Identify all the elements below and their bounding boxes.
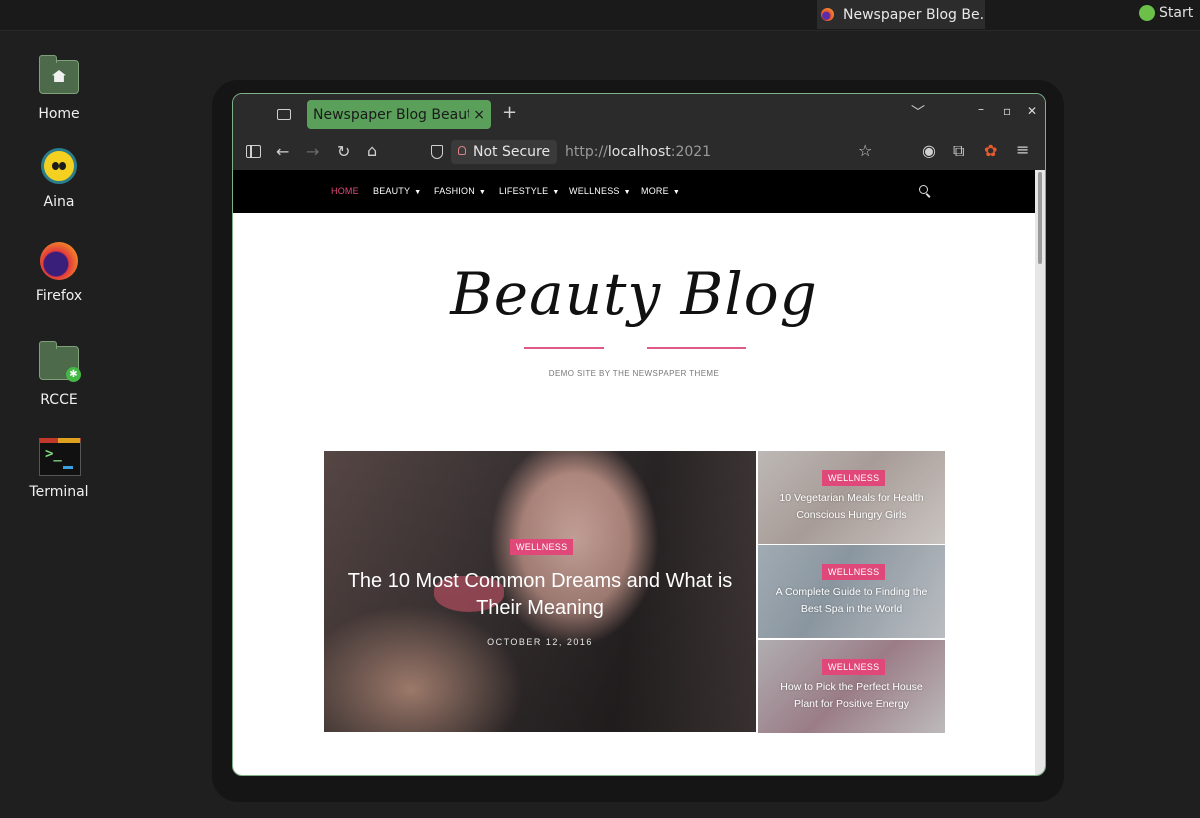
site-menu-label: MORE	[641, 186, 669, 196]
top-panel: Newspaper Blog Be... Start	[0, 0, 1200, 31]
url-host: localhost	[607, 144, 671, 160]
site-logo[interactable]: Beauty Blog	[233, 260, 1035, 328]
category-badge[interactable]: WELLNESS	[822, 470, 886, 486]
site-menu-home[interactable]: HOME	[331, 186, 359, 196]
featured-post-date: OCTOBER 12, 2016	[487, 637, 593, 647]
home-icon[interactable]: ⌂	[367, 141, 377, 160]
back-arrow-icon[interactable]: ←	[276, 142, 289, 161]
chevron-down-icon: ▼	[623, 189, 631, 196]
security-indicator[interactable]: Not Secure	[451, 140, 558, 164]
page-viewport: HOME BEAUTY ▼ FASHION ▼ LIFESTYLE ▼ WELLNES…	[233, 170, 1035, 775]
start-button[interactable]: Start	[1139, 5, 1193, 21]
maximize-icon[interactable]: ▫	[1003, 104, 1011, 118]
url-port: :2021	[670, 144, 712, 160]
site-menu-label: BEAUTY	[373, 186, 411, 196]
account-icon[interactable]: ◉	[922, 141, 936, 160]
site-menu-beauty[interactable]: BEAUTY ▼	[373, 186, 421, 196]
chevron-down-icon: ▼	[414, 189, 422, 196]
site-navigation: HOME BEAUTY ▼ FASHION ▼ LIFESTYLE ▼ WELLNES…	[233, 170, 1035, 213]
site-menu-fashion[interactable]: FASHION ▼	[434, 186, 486, 196]
desktop-icon-home[interactable]: Home	[18, 54, 100, 122]
site-tagline: DEMO SITE BY THE NEWSPAPER THEME	[548, 369, 720, 378]
home-folder-icon	[39, 55, 79, 100]
site-menu-label: HOME	[331, 186, 359, 196]
site-menu-label: WELLNESS	[569, 186, 620, 196]
tab-overview-icon[interactable]	[277, 106, 291, 120]
desktop-icon-aina[interactable]: Aina	[18, 146, 100, 210]
side-post-title[interactable]: 10 Vegetarian Meals for Health Conscious…	[768, 490, 935, 524]
forward-arrow-icon[interactable]: →	[306, 142, 319, 161]
desktop-icon-label: Firefox	[35, 288, 83, 304]
new-tab-button[interactable]: +	[502, 102, 517, 123]
logo-underline-right	[647, 347, 746, 349]
browser-window: Newspaper Blog Beauty × + ﹀ – ▫ ✕ ← → ↻ …	[232, 93, 1046, 776]
navigation-toolbar: ← → ↻ ⌂ Not Secure http://localhost:2021…	[233, 134, 1045, 170]
featured-post[interactable]: WELLNESS The 10 Most Common Dreams and W…	[324, 451, 756, 732]
rcce-folder-icon: ✱	[39, 341, 81, 386]
taskbar-window-title: Newspaper Blog Be...	[843, 6, 985, 23]
site-menu-label: LIFESTYLE	[499, 186, 549, 196]
bookmark-star-icon[interactable]: ☆	[858, 141, 872, 160]
tab-title: Newspaper Blog Beauty	[313, 106, 470, 123]
start-label: Start	[1159, 5, 1194, 21]
desktop-icon-label: Aina	[43, 194, 75, 210]
desktop-icon-label: Terminal	[29, 484, 89, 500]
desktop-icon-label: RCCE	[40, 392, 78, 408]
category-badge[interactable]: WELLNESS	[510, 539, 574, 555]
tab-list-chevron-icon[interactable]: ﹀	[911, 102, 925, 122]
taskbar-window-button[interactable]: Newspaper Blog Be...	[817, 0, 985, 29]
site-menu-wellness[interactable]: WELLNESS ▼	[569, 186, 631, 196]
desktop-icon-rcce[interactable]: ✱ RCCE	[18, 340, 100, 408]
reload-icon[interactable]: ↻	[337, 142, 350, 161]
category-badge[interactable]: WELLNESS	[822, 564, 886, 580]
minimize-icon[interactable]: –	[978, 102, 984, 116]
firefox-icon	[821, 8, 834, 21]
url-bar[interactable]: http://localhost:2021	[565, 144, 711, 160]
menu-hamburger-icon[interactable]: ≡	[1016, 140, 1029, 159]
tab-close-icon[interactable]: ×	[473, 107, 485, 123]
tab-bar: Newspaper Blog Beauty × + ﹀ – ▫ ✕	[233, 94, 1045, 134]
desktop-icon-terminal[interactable]: >_ Terminal	[18, 434, 100, 500]
terminal-icon: >_	[39, 438, 81, 478]
not-secure-label: Not Secure	[473, 144, 551, 160]
aina-icon	[39, 148, 79, 188]
side-post-1[interactable]: WELLNESS 10 Vegetarian Meals for Health …	[758, 451, 945, 544]
page-scrollbar[interactable]	[1035, 170, 1045, 775]
side-post-3[interactable]: WELLNESS How to Pick the Perfect House P…	[758, 640, 945, 733]
site-menu-label: FASHION	[434, 186, 475, 196]
side-post-title[interactable]: A Complete Guide to Finding the Best Spa…	[768, 584, 935, 618]
side-post-title[interactable]: How to Pick the Perfect House Plant for …	[768, 679, 935, 713]
chevron-down-icon: ▼	[552, 189, 560, 196]
side-post-2[interactable]: WELLNESS A Complete Guide to Finding the…	[758, 545, 945, 638]
desktop-icon-label: Home	[38, 106, 80, 122]
sidebar-toggle-icon[interactable]	[246, 145, 261, 158]
site-menu-lifestyle[interactable]: LIFESTYLE ▼	[499, 186, 559, 196]
start-icon	[1139, 5, 1155, 21]
firefox-icon	[39, 242, 79, 282]
site-menu-more[interactable]: MORE ▼	[641, 186, 680, 196]
close-window-icon[interactable]: ✕	[1027, 104, 1037, 118]
site-search-icon[interactable]	[919, 185, 928, 194]
extensions-icon[interactable]: ⧉	[953, 141, 964, 161]
chevron-down-icon: ▼	[478, 189, 487, 196]
url-scheme: http://	[565, 144, 608, 160]
tab-newspaper-blog[interactable]: Newspaper Blog Beauty ×	[307, 100, 491, 129]
scrollbar-thumb[interactable]	[1038, 172, 1042, 264]
desktop-icon-firefox[interactable]: Firefox	[18, 241, 100, 304]
featured-post-title[interactable]: The 10 Most Common Dreams and What is Th…	[338, 568, 742, 622]
tracking-shield-icon[interactable]	[431, 145, 443, 159]
chevron-down-icon: ▼	[672, 189, 680, 196]
category-badge[interactable]: WELLNESS	[822, 659, 886, 675]
addon-fox-icon[interactable]: ✿	[984, 141, 997, 160]
logo-underline-left	[524, 347, 604, 349]
